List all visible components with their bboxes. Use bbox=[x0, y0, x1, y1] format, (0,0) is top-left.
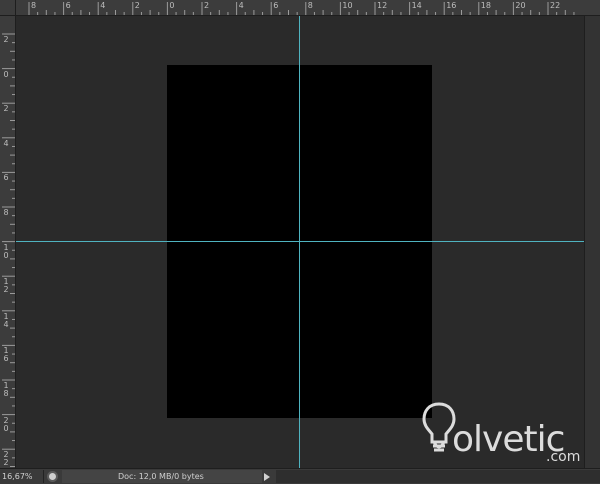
status-separator bbox=[43, 470, 44, 483]
ruler-left-label: 2 2 bbox=[3, 450, 9, 468]
ruler-top-label: 12 bbox=[377, 1, 388, 10]
ruler-top-label: 22 bbox=[550, 1, 561, 10]
horizontal-guide[interactable] bbox=[16, 241, 584, 242]
ruler-top-label: 6 bbox=[273, 1, 279, 10]
ruler-left-label: 1 6 bbox=[3, 346, 9, 364]
ruler-top-label: 2 bbox=[134, 1, 140, 10]
circle-icon[interactable] bbox=[47, 471, 58, 482]
ruler-left-label: 0 bbox=[3, 69, 9, 79]
ruler-top-label: 6 bbox=[65, 1, 71, 10]
ruler-left-label: 1 4 bbox=[3, 311, 9, 329]
ruler-top-label: 14 bbox=[411, 1, 422, 10]
ruler-left-label: 4 bbox=[3, 138, 9, 148]
status-bar-filler bbox=[276, 470, 600, 483]
ruler-left-label: 6 bbox=[3, 173, 9, 183]
ruler-top-label: 8 bbox=[307, 1, 313, 10]
ruler-top-label: 18 bbox=[480, 1, 491, 10]
zoom-level[interactable]: 16,67% bbox=[2, 472, 40, 482]
ruler-top-label: 4 bbox=[238, 1, 244, 10]
ruler-top-label: 16 bbox=[446, 1, 457, 10]
ruler-top-label: 2 bbox=[204, 1, 210, 10]
watermark-domain-text: .com bbox=[546, 449, 581, 465]
triangle-right-icon[interactable] bbox=[264, 473, 270, 481]
ruler-left-label: 8 bbox=[3, 208, 9, 217]
ruler-top-label: 4 bbox=[100, 1, 106, 10]
ruler-top-label: 0 bbox=[169, 1, 175, 10]
ruler-corner[interactable] bbox=[0, 0, 16, 16]
status-bar: 16,67% Doc: 12,0 MB/0 bytes bbox=[0, 468, 600, 484]
vertical-guide[interactable] bbox=[299, 16, 300, 468]
ruler-left-label: 1 8 bbox=[3, 381, 9, 398]
ruler-left-ticks bbox=[2, 33, 15, 467]
ruler-top-label: 8 bbox=[31, 1, 37, 10]
ruler-left-label: 1 0 bbox=[3, 242, 9, 260]
ruler-top[interactable]: 8 6 4 2 0 2 4 6 8 10 12 14 16 18 20 22 bbox=[16, 0, 600, 16]
ruler-left-label: 1 2 bbox=[3, 277, 9, 295]
ruler-left-label: 2 bbox=[3, 104, 9, 114]
ruler-top-label: 20 bbox=[515, 1, 526, 10]
ruler-left-label: 2 0 bbox=[3, 415, 9, 433]
ruler-top-label: 10 bbox=[342, 1, 353, 10]
solvetic-watermark: olvetic .com bbox=[418, 400, 588, 466]
ruler-left-label: 2 bbox=[3, 35, 9, 44]
ruler-left[interactable]: 2 0 2 4 6 8 1 0 1 2 1 4 1 6 1 8 2 0 2 2 bbox=[0, 16, 16, 468]
document-info: Doc: 12,0 MB/0 bytes bbox=[62, 470, 262, 483]
